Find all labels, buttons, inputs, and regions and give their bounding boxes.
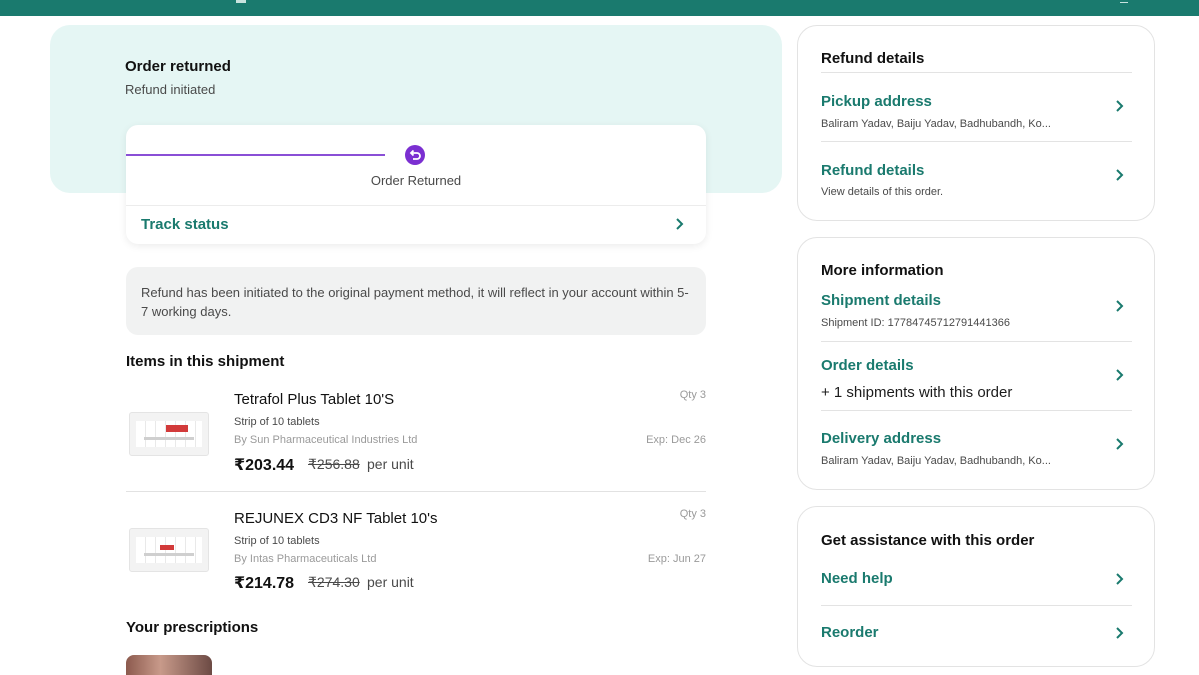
product-name[interactable]: REJUNEX CD3 NF Tablet 10's	[234, 510, 438, 527]
tracking-step-label: Order Returned	[370, 173, 462, 188]
tracking-card: Order Returned Track status	[126, 125, 706, 244]
tracking-progress-line	[126, 154, 385, 156]
top-bar-chevron-icon[interactable]	[1120, 0, 1128, 3]
need-help-link[interactable]: Need help	[821, 570, 893, 587]
assistance-card: Get assistance with this order Need help…	[797, 506, 1155, 667]
reorder-link[interactable]: Reorder	[821, 624, 879, 641]
refund-details-card: Refund details Pickup address Baliram Ya…	[797, 25, 1155, 221]
divider	[821, 605, 1132, 606]
chevron-right-icon[interactable]	[1114, 99, 1124, 118]
order-details-link[interactable]: Order details	[821, 357, 914, 374]
divider	[126, 491, 706, 492]
product-image[interactable]	[129, 528, 209, 572]
order-shipments-count: + 1 shipments with this order	[821, 384, 1013, 401]
chevron-right-icon[interactable]	[1114, 299, 1124, 318]
card-title: Refund details	[821, 50, 925, 67]
prescription-thumbnail[interactable]	[126, 655, 212, 675]
chevron-right-icon[interactable]	[1114, 168, 1124, 187]
product-price: ₹203.44	[234, 457, 295, 474]
product-quantity: Qty 3	[679, 389, 706, 401]
product-pack: Strip of 10 tablets	[234, 416, 320, 428]
chevron-right-icon[interactable]	[1114, 368, 1124, 387]
product-manufacturer: By Sun Pharmaceutical Industries Ltd	[234, 434, 418, 446]
list-item[interactable]: REJUNEX CD3 NF Tablet 10's Strip of 10 t…	[126, 505, 706, 610]
prescriptions-title: Your prescriptions	[126, 619, 259, 636]
divider	[821, 410, 1132, 411]
price-unit: per unit	[367, 456, 414, 472]
track-status-link[interactable]: Track status	[141, 216, 229, 233]
return-icon	[405, 145, 425, 165]
product-expiry: Exp: Jun 27	[647, 553, 706, 565]
chevron-right-icon[interactable]	[1114, 437, 1124, 456]
divider	[821, 141, 1132, 142]
shipment-details-link[interactable]: Shipment details	[821, 292, 941, 309]
divider	[126, 205, 706, 206]
shipment-id: Shipment ID: 17784745712791441366	[821, 317, 1010, 329]
refund-details-text: View details of this order.	[821, 186, 944, 198]
top-navigation-bar	[0, 0, 1199, 16]
refund-details-link[interactable]: Refund details	[821, 162, 924, 179]
product-pack: Strip of 10 tablets	[234, 535, 320, 547]
product-price: ₹214.78	[234, 575, 295, 592]
pickup-address-text: Baliram Yadav, Baiju Yadav, Badhubandh, …	[821, 118, 1051, 130]
card-title: Get assistance with this order	[821, 532, 1035, 549]
delivery-address-text: Baliram Yadav, Baiju Yadav, Badhubandh, …	[821, 455, 1051, 467]
product-name[interactable]: Tetrafol Plus Tablet 10'S	[234, 391, 394, 408]
order-status-title: Order returned	[125, 58, 231, 75]
product-manufacturer: By Intas Pharmaceuticals Ltd	[234, 553, 377, 565]
product-mrp: ₹274.30	[308, 574, 360, 590]
product-image[interactable]	[129, 412, 209, 456]
divider	[821, 72, 1132, 73]
delivery-address-link[interactable]: Delivery address	[821, 430, 941, 447]
more-information-card: More information Shipment details Shipme…	[797, 237, 1155, 490]
order-status-subtitle: Refund initiated	[125, 82, 216, 97]
card-title: More information	[821, 262, 944, 279]
chevron-right-icon[interactable]	[674, 217, 684, 236]
pickup-address-link[interactable]: Pickup address	[821, 93, 932, 110]
top-bar-icon[interactable]	[236, 0, 246, 3]
divider	[821, 341, 1132, 342]
chevron-right-icon[interactable]	[1114, 572, 1124, 591]
product-quantity: Qty 3	[679, 508, 706, 520]
refund-notice: Refund has been initiated to the origina…	[126, 267, 706, 335]
product-mrp: ₹256.88	[308, 456, 360, 472]
price-unit: per unit	[367, 574, 414, 590]
chevron-right-icon[interactable]	[1114, 626, 1124, 645]
items-section-title: Items in this shipment	[126, 353, 285, 370]
list-item[interactable]: Tetrafol Plus Tablet 10'S Strip of 10 ta…	[126, 386, 706, 491]
product-expiry: Exp: Dec 26	[646, 434, 706, 446]
